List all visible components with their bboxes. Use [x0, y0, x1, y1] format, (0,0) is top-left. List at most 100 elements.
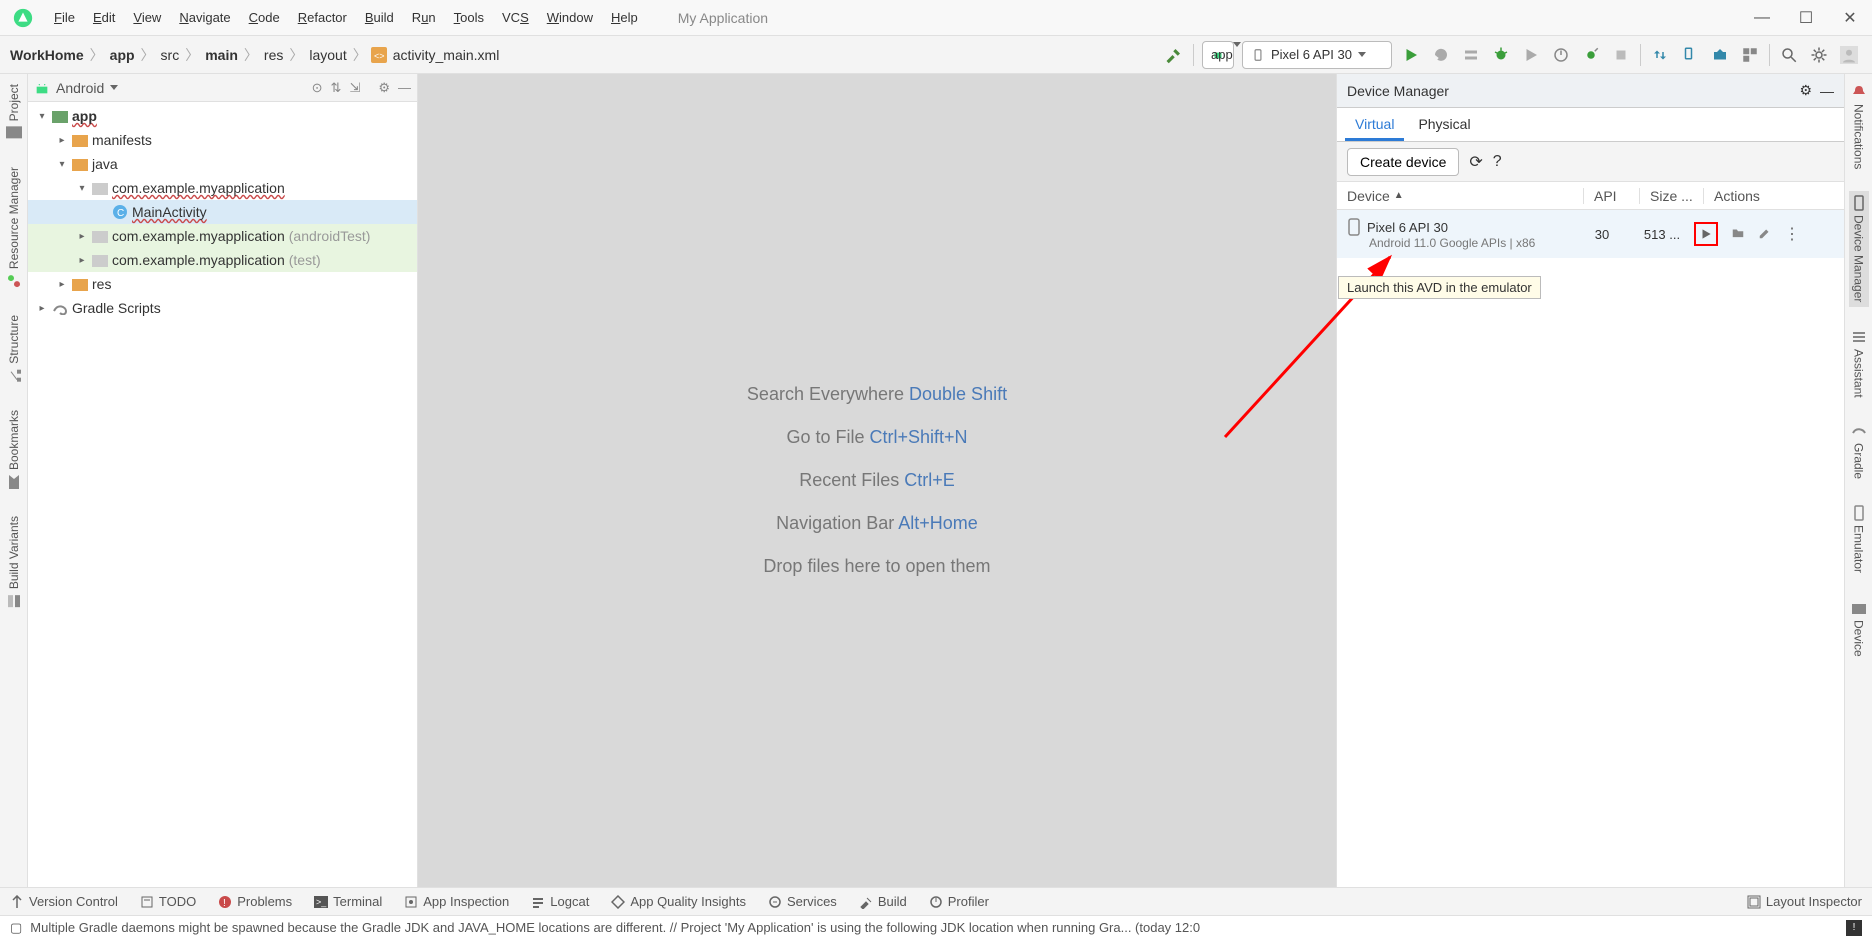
create-device-button[interactable]: Create device	[1347, 148, 1459, 176]
col-size[interactable]: Size ...	[1640, 188, 1704, 204]
gear-icon[interactable]	[1806, 42, 1832, 68]
menu-help[interactable]: Help	[603, 6, 646, 29]
menu-file[interactable]: File	[46, 6, 83, 29]
svg-text:>_: >_	[316, 897, 327, 907]
tool-window-assistant[interactable]: Assistant	[1849, 325, 1869, 402]
inspection-icon	[404, 895, 418, 909]
tool-window-layout-inspector[interactable]: Layout Inspector	[1747, 894, 1862, 909]
attach-debugger-icon[interactable]	[1578, 42, 1604, 68]
tree-node-package[interactable]: ▾com.example.myapplication	[28, 176, 417, 200]
menu-build[interactable]: Build	[357, 6, 402, 29]
tool-window-project[interactable]: Project	[4, 80, 24, 145]
menu-window[interactable]: Window	[539, 6, 601, 29]
sync-gradle-icon[interactable]	[1647, 42, 1673, 68]
tool-window-logcat[interactable]: Logcat	[531, 894, 589, 909]
sdk-manager-icon[interactable]	[1707, 42, 1733, 68]
project-view-selector[interactable]: Android	[56, 80, 104, 96]
menu-run[interactable]: Run	[404, 6, 444, 29]
tree-node-manifests[interactable]: ▸manifests	[28, 128, 417, 152]
menu-vcs[interactable]: VCS	[494, 6, 537, 29]
breadcrumb-layout[interactable]: layout	[307, 45, 348, 65]
avd-manager-icon[interactable]	[1677, 42, 1703, 68]
svg-text:!: !	[223, 898, 226, 909]
menu-navigate[interactable]: Navigate	[171, 6, 238, 29]
close-icon[interactable]: ✕	[1840, 8, 1860, 28]
tool-window-device-manager[interactable]: Device Manager	[1849, 191, 1869, 306]
maximize-icon[interactable]: ☐	[1796, 8, 1816, 28]
problems-icon: !	[218, 895, 232, 909]
search-icon[interactable]	[1776, 42, 1802, 68]
menu-code[interactable]: Code	[241, 6, 288, 29]
device-selector[interactable]: Pixel 6 API 30	[1242, 41, 1392, 69]
tool-window-build[interactable]: Build	[859, 894, 907, 909]
breadcrumb-root[interactable]: WorkHome	[8, 45, 86, 65]
menu-refactor[interactable]: Refactor	[290, 6, 355, 29]
device-row[interactable]: Pixel 6 API 30 Android 11.0 Google APIs …	[1337, 210, 1844, 258]
refresh-icon[interactable]: ⟳	[1469, 152, 1482, 172]
breadcrumb-res[interactable]: res	[262, 45, 285, 65]
menu-view[interactable]: View	[125, 6, 169, 29]
help-icon[interactable]: ?	[1493, 153, 1502, 171]
tool-window-app-inspection[interactable]: App Inspection	[404, 894, 509, 909]
run-config-selector[interactable]: app	[1202, 41, 1234, 69]
run-icon[interactable]	[1398, 42, 1424, 68]
tree-node-package-androidtest[interactable]: ▸com.example.myapplication (androidTest)	[28, 224, 417, 248]
tool-window-resource-manager[interactable]: Resource Manager	[4, 163, 24, 293]
more-icon[interactable]: ⋮	[1784, 224, 1800, 244]
profiler-icon[interactable]	[1548, 42, 1574, 68]
tool-window-structure[interactable]: Structure	[4, 311, 24, 388]
launch-avd-button[interactable]	[1694, 222, 1718, 246]
tree-node-java[interactable]: ▾java	[28, 152, 417, 176]
breadcrumb-src[interactable]: src	[159, 45, 182, 65]
tool-window-gradle[interactable]: Gradle	[1849, 419, 1869, 483]
avatar-icon[interactable]	[1836, 42, 1862, 68]
coverage-icon[interactable]	[1518, 42, 1544, 68]
tool-window-todo[interactable]: TODO	[140, 894, 196, 909]
tool-window-services[interactable]: Services	[768, 894, 837, 909]
tree-node-gradle-scripts[interactable]: ▸Gradle Scripts	[28, 296, 417, 320]
apply-changes-icon[interactable]	[1428, 42, 1454, 68]
open-folder-icon[interactable]	[1730, 226, 1746, 243]
warning-icon[interactable]: !	[1846, 920, 1862, 936]
hammer-icon[interactable]	[1161, 42, 1187, 68]
col-device[interactable]: Device ▲	[1337, 188, 1584, 204]
tool-window-profiler[interactable]: Profiler	[929, 894, 989, 909]
expand-icon[interactable]: ⇲	[349, 80, 360, 96]
status-window-icon[interactable]: ▢	[10, 920, 22, 936]
tool-window-notifications[interactable]: Notifications	[1849, 80, 1869, 173]
tool-window-build-variants[interactable]: Build Variants	[4, 512, 24, 613]
tree-node-mainactivity[interactable]: CMainActivity	[28, 200, 417, 224]
project-tree[interactable]: ▾app ▸manifests ▾java ▾com.example.myapp…	[28, 102, 417, 887]
minimize-panel-icon[interactable]: —	[398, 80, 411, 96]
tool-window-emulator[interactable]: Emulator	[1849, 501, 1869, 577]
tool-window-device-explorer[interactable]: Device	[1849, 596, 1869, 661]
breadcrumb-main[interactable]: main	[203, 45, 240, 65]
tool-window-terminal[interactable]: >_Terminal	[314, 894, 382, 909]
tool-window-bookmarks[interactable]: Bookmarks	[4, 406, 24, 494]
gear-icon[interactable]: ⚙	[378, 80, 390, 96]
stop-icon[interactable]	[1608, 42, 1634, 68]
target-icon[interactable]: ⊙	[312, 80, 323, 96]
resource-manager-icon[interactable]	[1737, 42, 1763, 68]
breadcrumb-file[interactable]: activity_main.xml	[391, 45, 502, 65]
menu-tools[interactable]: Tools	[446, 6, 492, 29]
breadcrumb-app[interactable]: app	[108, 45, 137, 65]
status-message[interactable]: Multiple Gradle daemons might be spawned…	[30, 920, 1200, 935]
tree-node-app[interactable]: ▾app	[28, 104, 417, 128]
sort-icon[interactable]: ⇅	[331, 80, 342, 96]
edit-icon[interactable]	[1758, 226, 1772, 243]
tree-node-package-test[interactable]: ▸com.example.myapplication (test)	[28, 248, 417, 272]
tab-virtual[interactable]: Virtual	[1345, 110, 1404, 141]
tool-window-vcs[interactable]: Version Control	[10, 894, 118, 909]
tree-node-res[interactable]: ▸res	[28, 272, 417, 296]
debug-icon[interactable]	[1488, 42, 1514, 68]
tool-window-quality[interactable]: App Quality Insights	[611, 894, 746, 909]
menu-edit[interactable]: Edit	[85, 6, 123, 29]
col-api[interactable]: API	[1584, 188, 1640, 204]
tab-physical[interactable]: Physical	[1408, 110, 1480, 141]
minimize-icon[interactable]: —	[1752, 9, 1772, 27]
activity-restart-icon[interactable]	[1458, 42, 1484, 68]
minimize-panel-icon[interactable]: —	[1820, 83, 1834, 99]
tool-window-problems[interactable]: !Problems	[218, 894, 292, 909]
gear-icon[interactable]: ⚙	[1799, 82, 1812, 99]
